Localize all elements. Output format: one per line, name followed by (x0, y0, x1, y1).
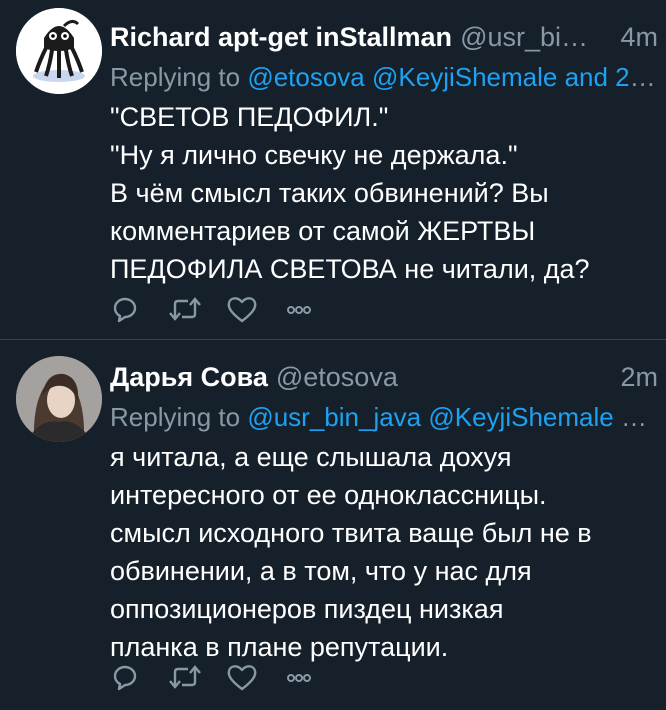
tweet-time[interactable]: 2m (620, 356, 658, 398)
more-icon (287, 306, 311, 314)
like-icon (227, 665, 257, 691)
tweet-content: Дарья Сова @etosova 2m Replying to @usr_b… (110, 356, 658, 666)
retweet-icon (169, 297, 201, 321)
tweet[interactable]: Дарья Сова @etosova 2m Replying to @usr_b… (0, 340, 666, 710)
tweet[interactable]: Richard apt-get inStallman @usr_bi… 4m Re… (0, 0, 666, 340)
author-handle[interactable]: @usr_bi… (460, 22, 588, 52)
tweet-header: Дарья Сова @etosova 2m (110, 356, 658, 398)
tweet-header: Richard apt-get inStallman @usr_bi… 4m (110, 16, 658, 58)
retweet-button[interactable] (168, 658, 226, 696)
tweet-text: "СВЕТОВ ПЕДОФИЛ." "Ну я лично свечку не … (110, 102, 590, 284)
avatar[interactable] (16, 8, 102, 94)
replying-to-label: Replying to (110, 402, 248, 432)
more-icon (287, 674, 311, 682)
reply-button[interactable] (110, 290, 168, 328)
reply-button[interactable] (110, 658, 168, 696)
profile-photo (16, 356, 102, 442)
replying-to-mentions[interactable]: @etosova @KeyjiShemale and 2 o… (247, 62, 658, 92)
more-button[interactable] (284, 290, 342, 328)
retweet-icon (169, 665, 201, 689)
author-name[interactable]: Дарья Сова (110, 362, 268, 392)
replying-to-label: Replying to (110, 62, 248, 92)
like-button[interactable] (226, 658, 284, 696)
tweet-actions (110, 658, 342, 696)
author-handle[interactable]: @etosova (276, 362, 398, 392)
avatar[interactable] (16, 356, 102, 442)
tweet-time[interactable]: 4m (620, 16, 658, 58)
octopus-mascot-icon (16, 8, 102, 94)
like-icon (227, 297, 257, 323)
tweet-actions (110, 290, 342, 328)
replying-to: Replying to @usr_bin_java @KeyjiShemale … (110, 398, 658, 436)
replying-to-mentions[interactable]: @usr_bin_java @KeyjiShemale and… (247, 402, 658, 432)
tweet-text: я читала, а еще слышала дохуя интересног… (110, 442, 592, 662)
more-button[interactable] (284, 658, 342, 696)
replying-to: Replying to @etosova @KeyjiShemale and 2… (110, 58, 658, 96)
author-name[interactable]: Richard apt-get inStallman (110, 22, 452, 52)
reply-icon (113, 297, 137, 323)
reply-icon (113, 665, 137, 691)
tweet-content: Richard apt-get inStallman @usr_bi… 4m Re… (110, 16, 658, 288)
like-button[interactable] (226, 290, 284, 328)
retweet-button[interactable] (168, 290, 226, 328)
